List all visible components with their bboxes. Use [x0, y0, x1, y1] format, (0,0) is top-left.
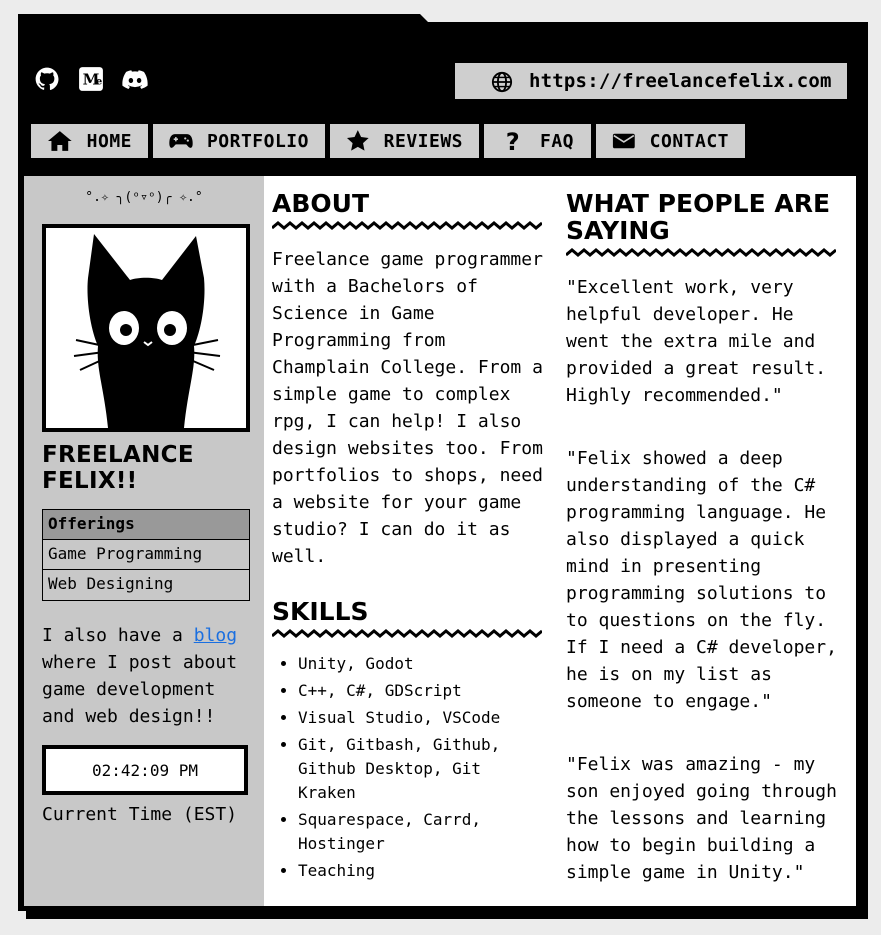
- black-cat-icon: [73, 234, 221, 428]
- kaomoji: °.✧ ╮(ᵒ▿ᵒ)╭ ✧.°: [85, 190, 203, 205]
- zigzag-divider: [272, 629, 542, 638]
- skill-item: Squarespace, Carrd, Hostinger: [298, 808, 544, 856]
- review-quote: "Felix showed a deep understanding of th…: [566, 448, 837, 712]
- clock-label: Current Time (EST): [42, 804, 238, 825]
- review-quote: "Excellent work, very helpful developer.…: [566, 277, 827, 406]
- question-icon: ?: [506, 129, 520, 153]
- zigzag-divider: [272, 221, 542, 230]
- clock-display: 02:42:09 PM: [42, 745, 248, 795]
- blog-blurb: I also have a blog where I post about ga…: [42, 622, 252, 730]
- nav-faq-label: FAQ: [540, 130, 575, 152]
- page-content: °.✧ ╮(ᵒ▿ᵒ)╭ ✧.° FREELANCE FELIX!! Offeri…: [24, 176, 856, 906]
- social-links: Me: [34, 66, 148, 92]
- nav-reviews-label: REVIEWS: [383, 130, 463, 152]
- site-name: FREELANCE FELIX!!: [42, 442, 194, 494]
- avatar: [42, 224, 250, 432]
- nav-portfolio-label: PORTFOLIO: [206, 130, 309, 152]
- zigzag-divider: [566, 248, 836, 257]
- home-icon: [47, 131, 72, 151]
- skill-item: Visual Studio, VSCode: [298, 706, 544, 730]
- skill-item: Unity, Godot: [298, 652, 544, 676]
- main-nav: HOME PORTFOLIO REVIEWS ? FAQ CONTACT: [31, 124, 745, 158]
- review-quote: "Felix was amazing - my son enjoyed goin…: [566, 754, 837, 883]
- nav-reviews-button[interactable]: REVIEWS: [330, 124, 479, 158]
- about-column: ABOUT Freelance game programmer with a B…: [272, 190, 544, 886]
- nav-home-label: HOME: [86, 130, 132, 152]
- offering-item: Game Programming: [43, 540, 249, 570]
- globe-icon: [491, 71, 513, 93]
- skills-list: Unity, Godot C++, C#, GDScript Visual St…: [272, 652, 544, 883]
- offerings-table: Offerings Game Programming Web Designing: [42, 509, 250, 601]
- svg-text:?: ?: [506, 129, 520, 153]
- reviews-heading: WHAT PEOPLE ARE SAYING: [566, 189, 831, 245]
- offering-item: Web Designing: [48, 574, 174, 593]
- about-text: Freelance game programmer with a Bachelo…: [272, 249, 543, 567]
- blog-link[interactable]: blog: [194, 625, 237, 646]
- reviews-column: WHAT PEOPLE ARE SAYING "Excellent work, …: [566, 190, 841, 922]
- site-name-line2: FELIX!!: [42, 468, 138, 494]
- url-text: https://freelancefelix.com: [529, 70, 832, 92]
- site-name-line1: FREELANCE: [42, 442, 194, 468]
- svg-text:e: e: [96, 76, 102, 87]
- nav-home-button[interactable]: HOME: [31, 124, 148, 158]
- nav-portfolio-button[interactable]: PORTFOLIO: [153, 124, 325, 158]
- envelope-icon: [612, 133, 635, 149]
- skill-item: Teaching: [298, 859, 544, 883]
- medium-icon[interactable]: Me: [78, 66, 104, 92]
- sidebar: °.✧ ╮(ᵒ▿ᵒ)╭ ✧.° FREELANCE FELIX!! Offeri…: [24, 176, 264, 906]
- about-heading: ABOUT: [272, 189, 370, 218]
- blog-suffix: where I post about game development and …: [42, 652, 238, 727]
- nav-faq-button[interactable]: ? FAQ: [484, 124, 591, 158]
- star-icon: [346, 130, 369, 151]
- github-icon[interactable]: [34, 66, 60, 92]
- address-bar[interactable]: https://freelancefelix.com: [455, 63, 847, 99]
- skills-heading: SKILLS: [272, 597, 369, 626]
- blog-prefix: I also have a: [42, 625, 194, 646]
- gamepad-icon: [169, 134, 193, 148]
- offerings-header: Offerings: [43, 510, 249, 540]
- skill-item: Git, Gitbash, Github, Github Desktop, Gi…: [298, 733, 544, 805]
- skill-item: C++, C#, GDScript: [298, 679, 544, 703]
- nav-contact-button[interactable]: CONTACT: [596, 124, 745, 158]
- discord-icon[interactable]: [122, 66, 148, 92]
- nav-contact-label: CONTACT: [649, 130, 729, 152]
